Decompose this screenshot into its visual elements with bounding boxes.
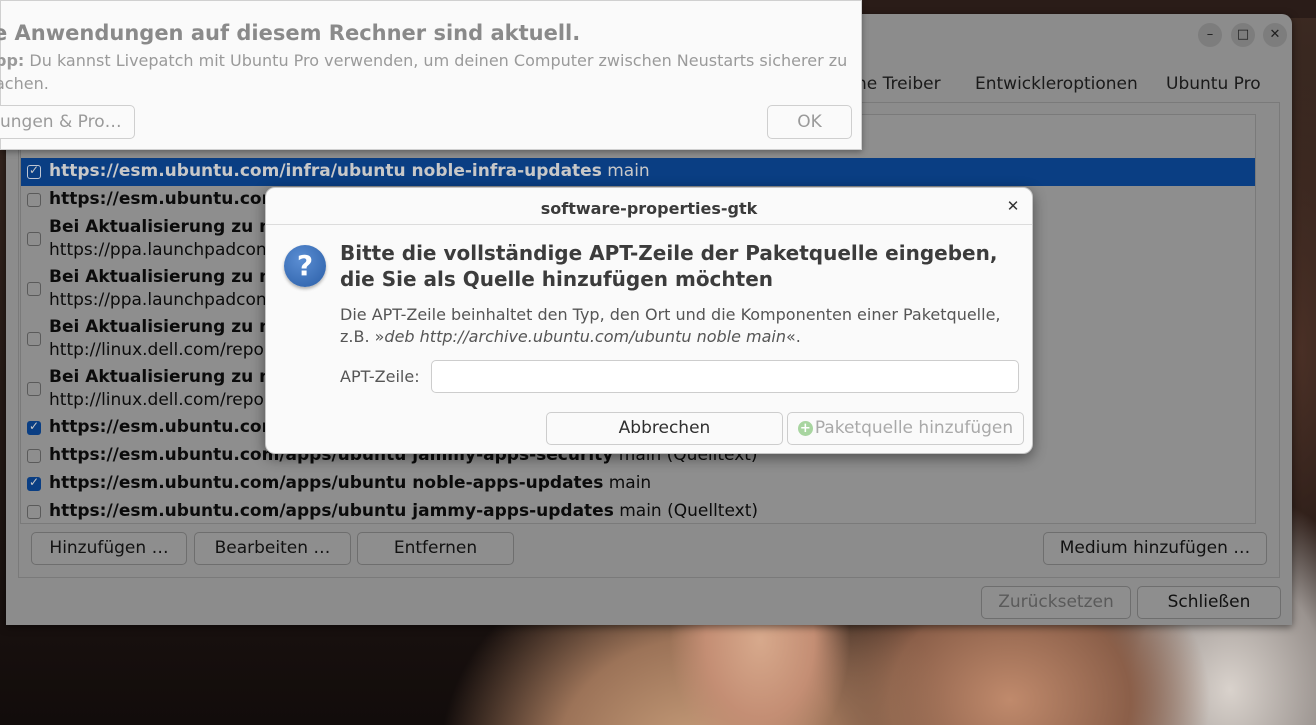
source-label: Bei Aktualisierung zu no — [49, 367, 283, 387]
apt-line-input[interactable] — [431, 360, 1019, 393]
source-title: https://esm.ubuntu.com — [49, 417, 280, 437]
source-title: Bei Aktualisierung zu no — [49, 317, 283, 337]
tip-text-continued: achen. — [0, 74, 49, 93]
source-title: Bei Aktualisierung zu no — [49, 267, 283, 287]
ok-button[interactable]: OK — [767, 105, 852, 139]
source-checkbox[interactable] — [27, 419, 41, 435]
source-label: Bei Aktualisierung zu no — [49, 217, 283, 237]
source-components: main (Quelltext) — [613, 501, 758, 521]
edit-button[interactable]: Bearbeiten … — [194, 532, 351, 565]
source-title: Bei Aktualisierung zu no — [49, 367, 283, 387]
notification-tip: pp: Du kannst Livepatch mit Ubuntu Pro v… — [0, 49, 855, 95]
tip-text: Du kannst Livepatch mit Ubuntu Pro verwe… — [24, 51, 848, 70]
maximize-icon[interactable]: □ — [1231, 23, 1255, 47]
apt-line-label: APT-Zeile: — [340, 367, 420, 386]
source-label: https://esm.ubuntu.com/infra/ubuntu nobl… — [49, 161, 650, 181]
reset-button[interactable]: Zurücksetzen — [981, 586, 1131, 619]
source-row[interactable]: https://esm.ubuntu.com/apps/ubuntu jammy… — [21, 498, 1255, 523]
source-title: Bei Aktualisierung zu no — [49, 217, 283, 237]
description-example: deb http://archive.ubuntu.com/ubuntu nob… — [384, 327, 786, 346]
description-end: «. — [786, 327, 801, 346]
close-button[interactable]: Schließen — [1137, 586, 1281, 619]
source-checkbox[interactable] — [27, 382, 41, 396]
settings-and-pro-button[interactable]: ungen & Pro… — [0, 105, 135, 139]
cancel-button[interactable]: Abbrechen — [546, 412, 783, 445]
source-label: Bei Aktualisierung zu no — [49, 267, 283, 287]
minimize-icon[interactable]: – — [1198, 23, 1222, 47]
dialog-heading: Bitte die vollständige APT-Zeile der Pak… — [340, 241, 998, 291]
tab-ubuntu-pro[interactable]: Ubuntu Pro — [1166, 74, 1261, 94]
source-checkbox[interactable] — [27, 193, 41, 207]
source-components: main — [603, 473, 652, 493]
dialog-divider — [266, 224, 1032, 225]
add-source-label: Paketquelle hinzufügen — [814, 418, 1014, 438]
plus-icon: + — [797, 421, 813, 436]
dialog-description: Die APT-Zeile beinhaltet den Typ, den Or… — [340, 304, 1024, 348]
update-notification-dialog: e Anwendungen auf diesem Rechner sind ak… — [0, 0, 862, 150]
source-url: http://linux.dell.com/repo — [49, 390, 264, 410]
tab-entwickleroptionen[interactable]: Entwickleroptionen — [975, 74, 1138, 94]
source-label: Bei Aktualisierung zu no — [49, 317, 283, 337]
source-title: https://esm.ubuntu.com/apps/ubuntu noble… — [49, 473, 604, 493]
tab-zusaetzliche-treiber[interactable]: ne Treiber — [856, 74, 941, 94]
source-url: http://linux.dell.com/repo — [49, 340, 264, 360]
remove-button[interactable]: Entfernen — [357, 532, 514, 565]
source-row[interactable]: https://esm.ubuntu.com/infra/ubuntu nobl… — [21, 158, 1255, 186]
source-label: https://esm.ubuntu.com/apps/ubuntu noble… — [49, 473, 651, 493]
source-checkbox[interactable] — [27, 332, 41, 346]
source-url: https://ppa.launchpadcon — [49, 240, 267, 260]
source-label: https://esm.ubuntu.com/apps/ubuntu jammy… — [49, 501, 758, 521]
source-title: https://esm.ubuntu.com/apps/ubuntu jammy… — [49, 501, 614, 521]
tip-label: pp: — [0, 51, 25, 70]
source-label: https://esm.ubuntu.com — [49, 189, 279, 209]
source-checkbox[interactable] — [27, 475, 41, 491]
add-source-button[interactable]: + Paketquelle hinzufügen — [787, 412, 1024, 445]
add-source-dialog: software-properties-gtk ✕ ? Bitte die vo… — [265, 187, 1033, 454]
question-icon: ? — [284, 245, 326, 287]
close-icon[interactable]: ✕ — [1263, 23, 1287, 47]
source-title: https://esm.ubuntu.com/infra/ubuntu nobl… — [49, 161, 602, 181]
add-medium-button[interactable]: Medium hinzufügen … — [1043, 532, 1267, 565]
source-checkbox[interactable] — [27, 505, 41, 519]
source-label: https://esm.ubuntu.com — [49, 417, 279, 437]
notification-title: e Anwendungen auf diesem Rechner sind ak… — [0, 21, 581, 45]
source-title: https://esm.ubuntu.com — [49, 189, 280, 209]
dialog-title: software-properties-gtk — [540, 199, 758, 218]
source-checkbox[interactable] — [27, 449, 41, 463]
close-icon[interactable]: ✕ — [1003, 196, 1023, 216]
source-components: main — [601, 161, 650, 181]
source-row[interactable]: https://esm.ubuntu.com/apps/ubuntu noble… — [21, 470, 1255, 498]
source-url: https://ppa.launchpadcon — [49, 290, 267, 310]
add-button[interactable]: Hinzufügen … — [31, 532, 187, 565]
source-checkbox[interactable] — [27, 163, 41, 179]
source-checkbox[interactable] — [27, 232, 41, 246]
source-checkbox[interactable] — [27, 282, 41, 296]
